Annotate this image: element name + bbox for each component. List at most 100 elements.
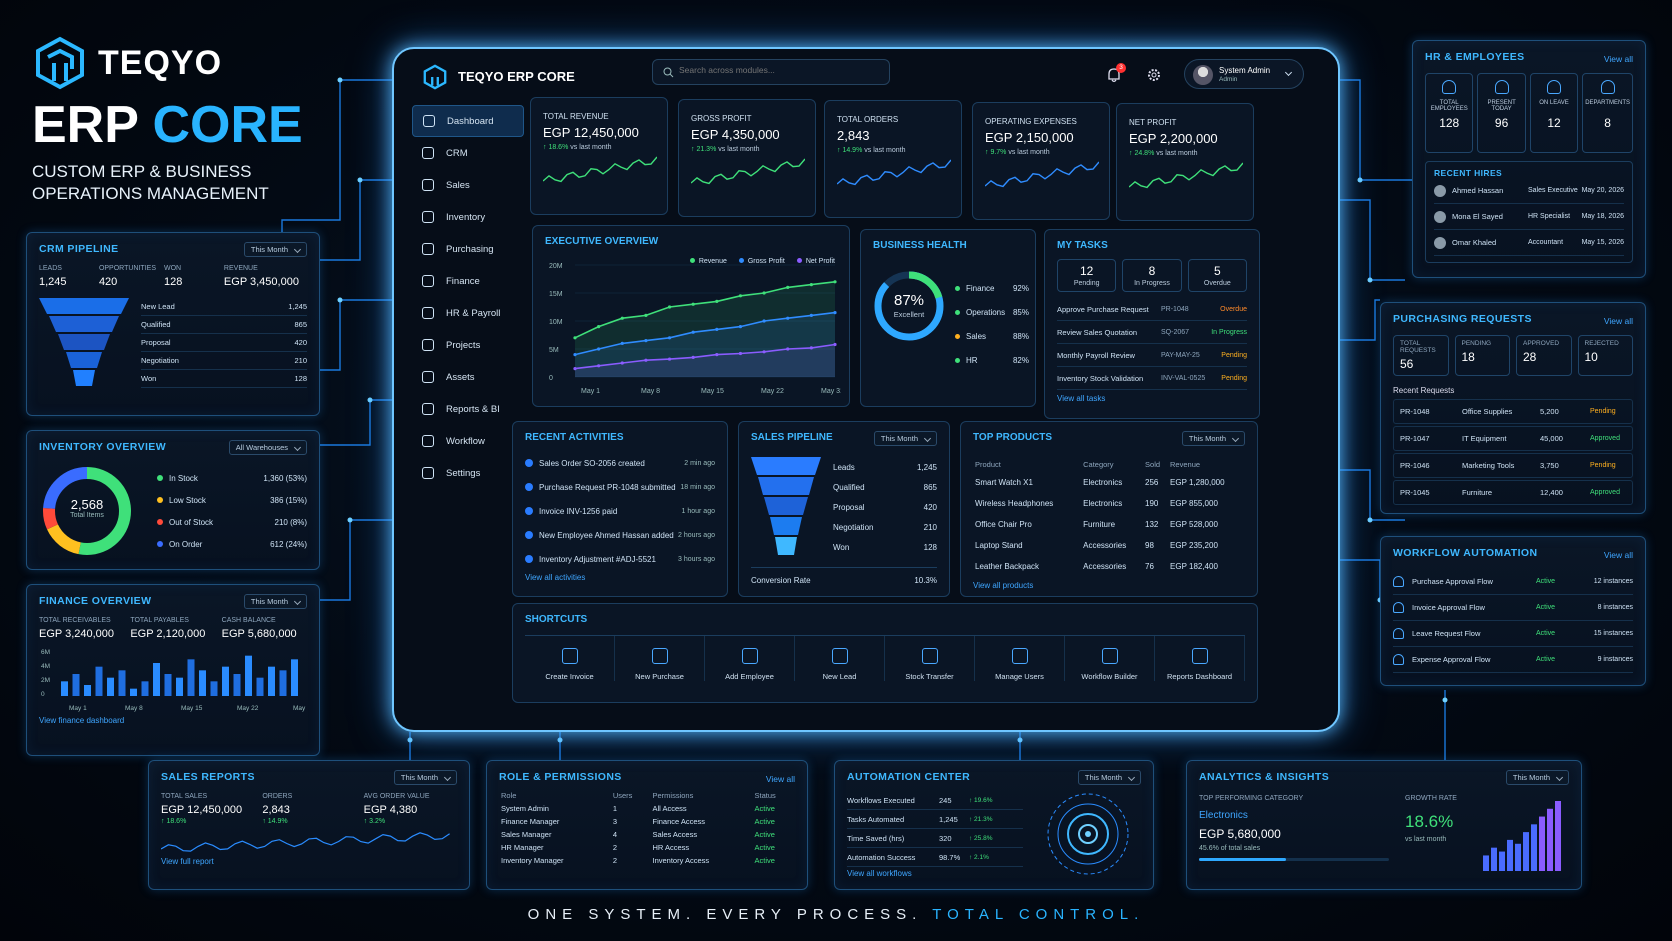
analytics-filter[interactable]: This Month	[1505, 770, 1569, 785]
shortcut-new-purchase[interactable]: New Purchase	[615, 636, 705, 681]
activities-link[interactable]: View all activities	[525, 573, 715, 582]
search-input[interactable]	[679, 65, 879, 75]
automation-filter[interactable]: This Month	[1077, 770, 1141, 785]
sidebar-item-inventory[interactable]: Inventory	[412, 201, 524, 233]
purchasing-stat[interactable]: TOTAL REQUESTS 56	[1393, 335, 1449, 376]
assets-icon	[422, 371, 434, 383]
health-item: HR 82%	[955, 348, 1029, 372]
table-row[interactable]: Inventory Manager 2 Inventory Access Active	[499, 854, 795, 867]
finance-bar	[72, 674, 80, 696]
sidebar-item-purchasing[interactable]: Purchasing	[412, 233, 524, 265]
purchasing-stat[interactable]: PENDING 18	[1454, 335, 1510, 376]
user-menu[interactable]: System Admin Admin	[1184, 59, 1304, 89]
x-tick: May 1	[69, 705, 87, 712]
task-row[interactable]: Inventory Stock Validation INV-VAL-0525 Pe…	[1057, 367, 1247, 390]
salesreports-filter[interactable]: This Month	[393, 770, 457, 785]
table-row[interactable]: HR Manager 2 HR Access Active	[499, 841, 795, 854]
workflow-row[interactable]: Purchase Approval Flow Active 12 instances	[1393, 569, 1633, 595]
workflow-view-all[interactable]: View all	[1604, 550, 1633, 560]
hr-stat-icon	[1442, 80, 1457, 94]
gear-icon[interactable]	[1146, 67, 1162, 83]
sidebar-item-assets[interactable]: Assets	[412, 361, 524, 393]
crm-filter-select[interactable]: This Month	[243, 242, 307, 257]
finance-link[interactable]: View finance dashboard	[39, 716, 307, 725]
topproducts-filter[interactable]: This Month	[1181, 431, 1245, 446]
crm-kpi: LEADS 1,245	[39, 265, 67, 288]
inventory-donut: 2,568 Total Items	[39, 463, 135, 559]
analytics-bar	[1539, 816, 1545, 871]
sidebar-item-sales[interactable]: Sales	[412, 169, 524, 201]
hr-stat[interactable]: PRESENT TODAY 96	[1477, 73, 1526, 153]
sidebar-item-hr-payroll[interactable]: HR & Payroll	[412, 297, 524, 329]
workflow-row[interactable]: Invoice Approval Flow Active 8 instances	[1393, 595, 1633, 621]
task-count[interactable]: 8 In Progress	[1122, 259, 1182, 292]
sidebar-item-finance[interactable]: Finance	[412, 265, 524, 297]
workflow-row[interactable]: Leave Request Flow Active 15 instances	[1393, 621, 1633, 647]
topproducts-link[interactable]: View all products	[973, 581, 1245, 590]
shortcut-stock-transfer[interactable]: Stock Transfer	[885, 636, 975, 681]
notification-bell[interactable]: 3	[1106, 63, 1126, 85]
x-tick: May 31	[821, 388, 841, 395]
table-row[interactable]: Wireless Headphones Electronics 190 EGP 855…	[973, 493, 1245, 514]
purchasing-stat[interactable]: APPROVED 28	[1516, 335, 1572, 376]
tasks-link[interactable]: View all tasks	[1057, 394, 1247, 403]
task-count[interactable]: 12 Pending	[1057, 259, 1117, 292]
sidebar-item-settings[interactable]: Settings	[412, 457, 524, 489]
workflow-row[interactable]: Expense Approval Flow Active 9 instances	[1393, 647, 1633, 673]
hr-view-all[interactable]: View all	[1604, 54, 1633, 64]
cart-icon	[422, 179, 434, 191]
table-row[interactable]: Leather Backpack Accessories 76 EGP 182,400	[973, 556, 1245, 577]
hire-row[interactable]: Mona El Sayed HR Specialist May 18, 2026	[1434, 204, 1624, 230]
table-row[interactable]: Sales Manager 4 Sales Access Active	[499, 828, 795, 841]
sidebar-item-workflow[interactable]: Workflow	[412, 425, 524, 457]
data-point	[597, 325, 601, 329]
task-count[interactable]: 5 Overdue	[1187, 259, 1247, 292]
shortcut-workflow-builder[interactable]: Workflow Builder	[1065, 636, 1155, 681]
inventory-filter-select[interactable]: All Warehouses	[228, 440, 307, 455]
salespipe-filter[interactable]: This Month	[873, 431, 937, 446]
finance-bar	[141, 681, 149, 696]
hr-stat[interactable]: ON LEAVE 12	[1529, 73, 1579, 153]
sidebar-item-reports-bi[interactable]: Reports & BI	[412, 393, 524, 425]
shortcut-manage-users[interactable]: Manage Users	[975, 636, 1065, 681]
purchasing-stat[interactable]: REJECTED 10	[1577, 335, 1633, 376]
hire-row[interactable]: Ahmed Hassan Sales Executive May 20, 2026	[1434, 178, 1624, 204]
finance-filter-select[interactable]: This Month	[243, 594, 307, 609]
table-row[interactable]: Laptop Stand Accessories 98 EGP 235,200	[973, 535, 1245, 556]
shortcut-create-invoice[interactable]: Create Invoice	[525, 636, 615, 681]
kpi-note: vs last month	[570, 144, 612, 151]
task-row[interactable]: Review Sales Quotation SQ-2067 In Progress	[1057, 321, 1247, 344]
hr-stat[interactable]: DEPARTMENTS 8	[1582, 73, 1634, 153]
hr-stat[interactable]: TOTAL EMPLOYEES 128	[1425, 73, 1474, 153]
conversion-row: Conversion Rate 10.3%	[751, 567, 937, 585]
people-icon	[422, 307, 434, 319]
purchase-request-row[interactable]: PR-1045 Furniture 12,400 Approved	[1393, 480, 1633, 505]
purchase-request-row[interactable]: PR-1048 Office Supplies 5,200 Pending	[1393, 399, 1633, 424]
shortcut-reports-dashboard[interactable]: Reports Dashboard	[1155, 636, 1245, 681]
task-row[interactable]: Approve Purchase Request PR-1048 Overdue	[1057, 298, 1247, 321]
business-health-card: BUSINESS HEALTH 87% Excellent Finance 92%…	[860, 229, 1036, 407]
finance-panel: FINANCE OVERVIEW This Month TOTAL RECEIV…	[26, 584, 320, 756]
purchase-request-row[interactable]: PR-1046 Marketing Tools 3,750 Pending	[1393, 453, 1633, 478]
data-point	[809, 346, 813, 350]
shortcut-new-lead[interactable]: New Lead	[795, 636, 885, 681]
table-row[interactable]: Finance Manager 3 Finance Access Active	[499, 815, 795, 828]
activity-row: New Employee Ahmed Hassan added 2 hours a…	[525, 523, 715, 547]
people-icon	[1393, 628, 1404, 639]
table-row[interactable]: Smart Watch X1 Electronics 256 EGP 1,280,00…	[973, 472, 1245, 493]
table-row[interactable]: Office Chair Pro Furniture 132 EGP 528,000	[973, 514, 1245, 535]
data-point	[762, 291, 766, 295]
search-bar[interactable]	[652, 59, 890, 85]
purchase-request-row[interactable]: PR-1047 IT Equipment 45,000 Approved	[1393, 426, 1633, 451]
salesreports-link[interactable]: View full report	[161, 857, 457, 866]
sidebar-item-crm[interactable]: CRM	[412, 137, 524, 169]
shortcut-add-employee[interactable]: Add Employee	[705, 636, 795, 681]
tasks-title: MY TASKS	[1057, 240, 1108, 251]
sidebar-item-dashboard[interactable]: Dashboard	[412, 105, 524, 137]
task-row[interactable]: Monthly Payroll Review PAY-MAY-25 Pending	[1057, 344, 1247, 367]
roles-view-all[interactable]: View all	[766, 774, 795, 784]
purchasing-view-all[interactable]: View all	[1604, 316, 1633, 326]
table-row[interactable]: System Admin 1 All Access Active	[499, 802, 795, 815]
hire-row[interactable]: Omar Khaled Accountant May 15, 2026	[1434, 230, 1624, 256]
sidebar-item-projects[interactable]: Projects	[412, 329, 524, 361]
